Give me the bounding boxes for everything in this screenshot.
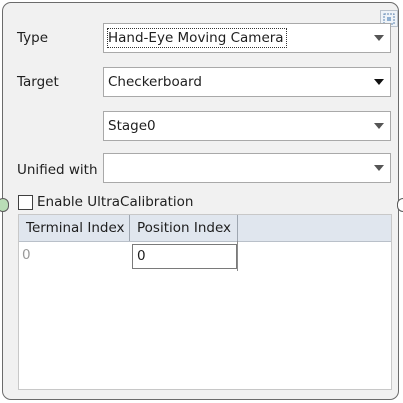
chevron-down-icon[interactable] [374,35,384,41]
index-table[interactable]: Terminal Index Position Index 0 0 [18,214,392,390]
type-value: Hand-Eye Moving Camera [107,28,287,48]
target-combobox[interactable]: Checkerboard [103,67,391,97]
unified-with-combobox[interactable] [103,153,391,183]
ultra-calibration-checkbox[interactable] [18,195,33,210]
target-label: Target [17,74,59,90]
output-port-icon[interactable] [397,198,403,212]
column-header-position-index[interactable]: Position Index [130,215,238,241]
stage-combobox[interactable]: Stage0 [103,111,391,141]
table-header: Terminal Index Position Index [19,215,391,242]
unified-with-label: Unified with [17,162,98,178]
chevron-down-icon[interactable] [374,165,384,171]
input-port-icon[interactable] [0,198,9,212]
node-panel: Type Hand-Eye Moving Camera Target Check… [0,2,403,400]
column-header-terminal-index[interactable]: Terminal Index [19,215,130,241]
column-divider [237,241,238,271]
position-index-input[interactable]: 0 [132,244,237,269]
target-value: Checkerboard [108,74,202,90]
chevron-down-icon[interactable] [374,123,384,129]
stage-value: Stage0 [108,118,156,134]
terminal-index-cell[interactable]: 0 [22,246,31,264]
type-combobox[interactable]: Hand-Eye Moving Camera [103,23,391,53]
ultra-calibration-label: Enable UltraCalibration [37,194,194,210]
type-label: Type [17,30,49,46]
chevron-down-icon[interactable] [374,79,384,85]
